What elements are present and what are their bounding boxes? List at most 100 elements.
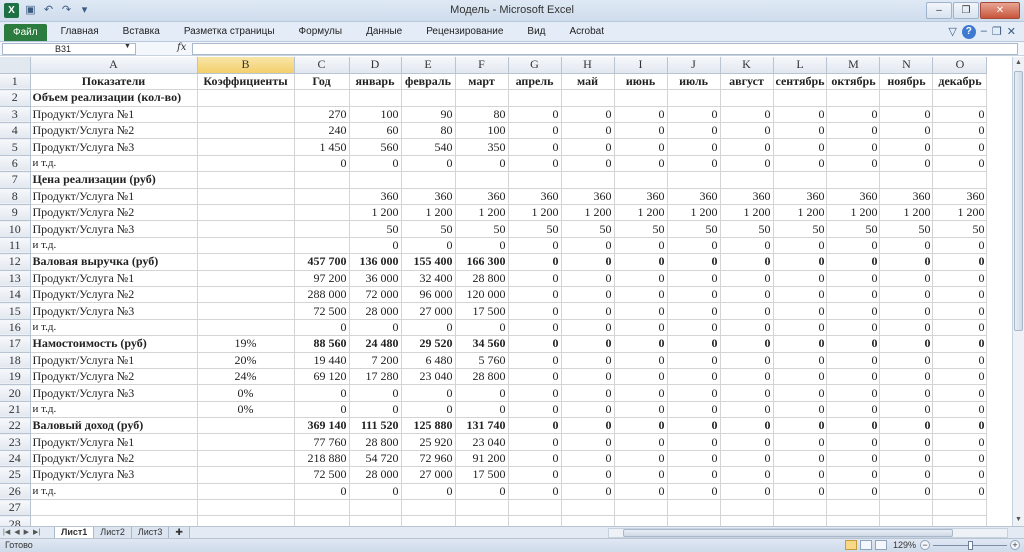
cell[interactable]: 1 200 — [826, 204, 881, 222]
cell[interactable]: 0 — [879, 122, 934, 140]
cell[interactable]: 218 880 — [294, 450, 350, 468]
cell[interactable]: 560 — [349, 138, 402, 156]
cell[interactable]: 90 — [401, 106, 456, 124]
cell[interactable]: 0 — [932, 253, 988, 271]
cell[interactable]: 0 — [561, 302, 615, 320]
cell[interactable]: 0 — [614, 302, 668, 320]
cell[interactable]: 0 — [614, 253, 668, 271]
cell[interactable]: 270 — [294, 106, 350, 124]
cell[interactable] — [614, 515, 668, 526]
cell[interactable] — [826, 515, 881, 526]
cell[interactable]: 97 200 — [294, 270, 350, 287]
cell[interactable]: 0 — [455, 384, 509, 402]
cell[interactable]: 0 — [614, 352, 668, 369]
row-header[interactable]: 20 — [0, 384, 31, 402]
cell[interactable]: 0 — [826, 106, 881, 124]
cell[interactable]: 360 — [349, 188, 402, 206]
ribbon-tab[interactable]: Вид — [527, 22, 545, 42]
row-header[interactable]: 3 — [0, 106, 31, 124]
cell[interactable] — [932, 89, 988, 107]
row-header[interactable]: 22 — [0, 417, 31, 435]
cell[interactable]: 0 — [561, 352, 615, 369]
cell[interactable]: 0 — [401, 483, 456, 501]
cell[interactable]: 0 — [294, 483, 350, 501]
cell[interactable]: 0 — [826, 237, 881, 255]
cell[interactable]: 100 — [349, 106, 402, 124]
cell[interactable]: 360 — [455, 188, 509, 206]
cell[interactable] — [720, 499, 774, 517]
cell[interactable]: 1 200 — [720, 204, 774, 222]
cell[interactable]: 136 000 — [349, 253, 402, 271]
cell[interactable]: 0 — [508, 253, 562, 271]
cell[interactable]: 0 — [879, 138, 934, 156]
cell[interactable]: 0 — [561, 335, 615, 353]
cell[interactable]: 0 — [561, 286, 615, 304]
cell[interactable]: 0 — [614, 450, 668, 468]
cell[interactable]: Продукт/Услуга №3 — [30, 302, 198, 320]
cell[interactable]: 0 — [773, 253, 828, 271]
cell[interactable]: 50 — [455, 220, 509, 238]
cell[interactable]: 0 — [932, 155, 988, 173]
cell[interactable]: 0 — [720, 483, 774, 501]
cell[interactable]: 0 — [773, 286, 828, 304]
cell[interactable] — [932, 515, 988, 526]
cell[interactable]: Валовая выручка (руб) — [30, 253, 198, 271]
cell[interactable]: январь — [349, 73, 402, 91]
cell[interactable]: 0 — [826, 384, 881, 402]
cell[interactable] — [773, 89, 828, 107]
cell[interactable]: 0 — [773, 352, 828, 369]
row-header[interactable]: 15 — [0, 302, 31, 320]
cell[interactable]: 1 200 — [508, 204, 562, 222]
cell[interactable]: 0 — [667, 483, 721, 501]
cell[interactable]: 0 — [667, 237, 721, 255]
cell[interactable] — [197, 450, 295, 468]
cell[interactable]: 0 — [773, 335, 828, 353]
cell[interactable]: 50 — [349, 220, 402, 238]
cell[interactable] — [561, 499, 615, 517]
cell[interactable]: 0 — [879, 335, 934, 353]
cell[interactable]: 0 — [773, 417, 828, 435]
row-header[interactable]: 9 — [0, 204, 31, 222]
cell[interactable] — [30, 499, 198, 517]
maximize-button[interactable]: ❐ — [953, 2, 979, 19]
cell[interactable]: 0 — [720, 237, 774, 255]
ribbon-tab[interactable]: Главная — [61, 22, 99, 42]
column-header[interactable]: H — [561, 57, 615, 74]
cell[interactable] — [294, 515, 350, 526]
cell[interactable]: 0 — [561, 106, 615, 124]
cell[interactable]: 6 480 — [401, 352, 456, 369]
cell[interactable]: 0 — [720, 450, 774, 468]
cell[interactable] — [826, 89, 881, 107]
zoom-out-button[interactable]: − — [920, 540, 930, 550]
cell[interactable]: 28 800 — [349, 433, 402, 451]
cell[interactable]: 0 — [561, 384, 615, 402]
cell[interactable]: 0 — [720, 384, 774, 402]
cell[interactable] — [401, 499, 456, 517]
cell[interactable] — [508, 171, 562, 189]
cell[interactable]: 0 — [508, 270, 562, 287]
cell[interactable]: 120 000 — [455, 286, 509, 304]
cell[interactable]: 96 000 — [401, 286, 456, 304]
cell[interactable]: 1 200 — [773, 204, 828, 222]
column-header[interactable]: F — [455, 57, 509, 74]
cell[interactable]: 0 — [508, 122, 562, 140]
cell[interactable]: 131 740 — [455, 417, 509, 435]
cell[interactable]: 0 — [826, 286, 881, 304]
cell[interactable] — [455, 515, 509, 526]
cell[interactable]: 0 — [773, 237, 828, 255]
cell[interactable]: 0 — [879, 450, 934, 468]
column-header[interactable]: A — [30, 57, 198, 74]
cell[interactable]: 0 — [879, 106, 934, 124]
cell[interactable]: 0 — [508, 138, 562, 156]
column-header[interactable]: O — [932, 57, 988, 74]
cell[interactable]: 540 — [401, 138, 456, 156]
cell[interactable]: 0 — [349, 319, 402, 337]
cell[interactable] — [401, 515, 456, 526]
cell[interactable]: и т.д. — [30, 237, 198, 255]
row-header[interactable]: 6 — [0, 155, 31, 173]
cell[interactable]: 0 — [667, 401, 721, 419]
cell[interactable] — [561, 515, 615, 526]
cell[interactable]: 50 — [614, 220, 668, 238]
cell[interactable] — [508, 499, 562, 517]
cell[interactable]: 0 — [401, 237, 456, 255]
